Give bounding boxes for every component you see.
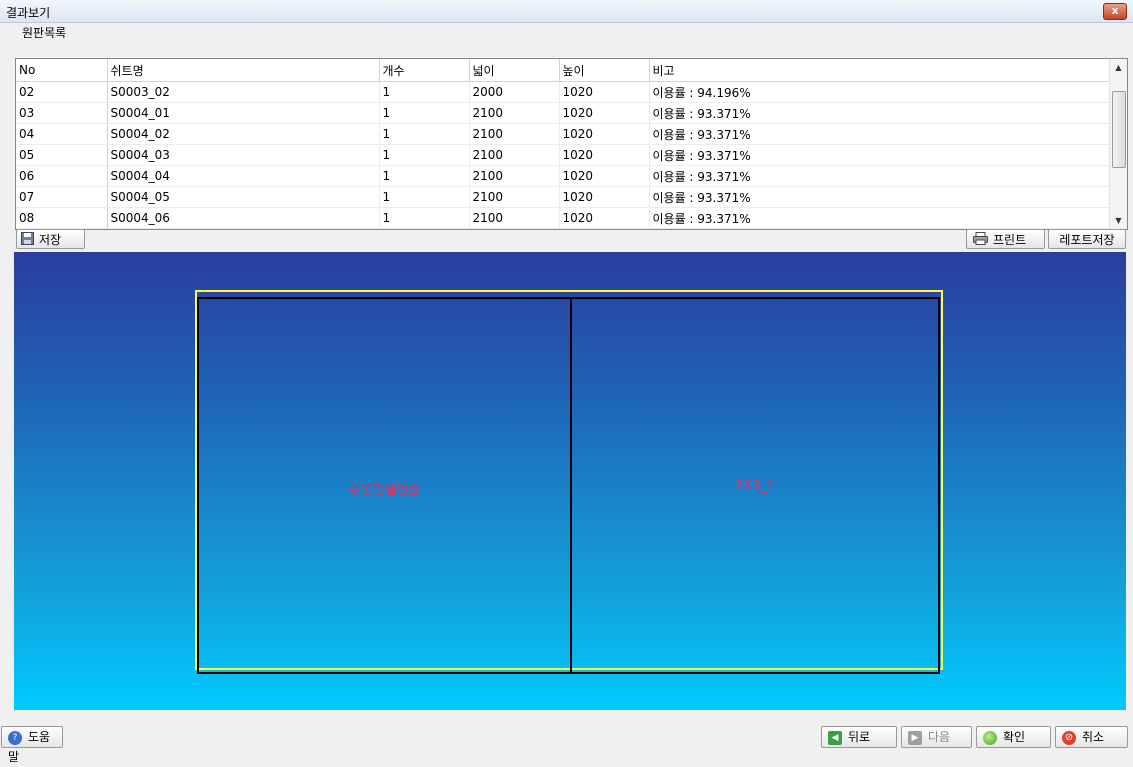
cell-remarks: 이용률 : 94.196% [649,81,1111,103]
column-header-width[interactable]: 넓이 [469,59,560,82]
table-row[interactable]: 07 S0004_05 1 2100 1020 이용률 : 93.371% [16,186,1111,208]
help-button[interactable]: ? 도움말 [1,726,63,764]
report-save-button[interactable]: 레포트저장 [1048,229,1126,249]
cell-sheet-name: S0004_06 [107,207,380,229]
column-header-count[interactable]: 개수 [379,59,470,82]
next-button[interactable]: ▶ 다음 [901,726,972,748]
panel-left[interactable]: 수동판넬연습 [197,297,572,674]
green-circle-icon [983,730,997,745]
back-button[interactable]: ◀ 뒤로 [821,726,897,748]
cancel-icon: ⊘ [1062,730,1076,745]
table-row[interactable]: 04 S0004_02 1 2100 1020 이용률 : 93.371% [16,123,1111,145]
cell-remarks: 이용률 : 93.371% [649,165,1111,187]
panel-label: 수동판넬연습 [348,483,421,498]
cell-no: 02 [16,81,108,103]
printer-icon [973,231,988,251]
cell-height: 1020 [559,81,650,103]
cell-width: 2000 [469,81,560,103]
cell-height: 1020 [559,123,650,145]
sheet-list-group-label: 원판목록 [22,26,67,40]
cell-count: 1 [379,186,470,208]
cell-no: 04 [16,123,108,145]
panel-right[interactable]: 2X3_1 [570,297,940,674]
cell-count: 1 [379,123,470,145]
cell-width: 2100 [469,186,560,208]
cell-remarks: 이용률 : 93.371% [649,144,1111,166]
cell-height: 1020 [559,207,650,229]
next-label: 다음 [928,730,951,744]
cell-remarks: 이용률 : 93.371% [649,207,1111,229]
cancel-label: 취소 [1082,730,1105,744]
save-button-label: 저장 [39,233,62,247]
cell-remarks: 이용률 : 93.371% [649,123,1111,145]
cell-height: 1020 [559,186,650,208]
cell-sheet-name: S0004_03 [107,144,380,166]
cell-no: 03 [16,102,108,124]
cell-sheet-name: S0003_02 [107,81,380,103]
close-button[interactable]: x [1103,3,1127,20]
column-header-no[interactable]: No [16,59,108,82]
cancel-button[interactable]: ⊘ 취소 [1055,726,1128,748]
cell-remarks: 이용률 : 93.371% [649,102,1111,124]
title-bar: 결과보기 x [0,0,1133,23]
table-row[interactable]: 05 S0004_03 1 2100 1020 이용률 : 93.371% [16,144,1111,166]
confirm-button[interactable]: 확인 [976,726,1051,748]
cell-height: 1020 [559,144,650,166]
scroll-down-icon[interactable]: ▼ [1110,212,1127,229]
cell-count: 1 [379,102,470,124]
cell-count: 1 [379,207,470,229]
cell-width: 2100 [469,144,560,166]
table-row[interactable]: 06 S0004_04 1 2100 1020 이용률 : 93.371% [16,165,1111,187]
cell-no: 06 [16,165,108,187]
column-header-height[interactable]: 높이 [559,59,650,82]
cell-width: 2100 [469,207,560,229]
cell-no: 08 [16,207,108,229]
help-icon: ? [8,730,22,745]
cell-remarks: 이용률 : 93.371% [649,186,1111,208]
confirm-label: 확인 [1003,730,1026,744]
print-button-label: 프린트 [993,233,1027,247]
sheet-list-grid: No 쉬트명 개수 넓이 높이 비고 02 S0003_02 1 2000 10… [15,58,1128,230]
cell-sheet-name: S0004_01 [107,102,380,124]
cell-no: 07 [16,186,108,208]
column-header-sheet-name[interactable]: 쉬트명 [107,59,380,82]
layout-preview-canvas: 수동판넬연습 2X3_1 [14,252,1126,710]
cell-count: 1 [379,165,470,187]
cell-count: 1 [379,144,470,166]
table-vertical-scrollbar[interactable]: ▲ ▼ [1109,59,1127,229]
cell-height: 1020 [559,102,650,124]
cell-no: 05 [16,144,108,166]
back-arrow-icon: ◀ [828,730,842,745]
scrollbar-thumb[interactable] [1112,91,1126,168]
floppy-disk-icon [21,231,34,251]
save-button[interactable]: 저장 [16,229,85,249]
cell-count: 1 [379,81,470,103]
cell-sheet-name: S0004_05 [107,186,380,208]
column-header-remarks[interactable]: 비고 [649,59,1111,82]
table-row[interactable]: 08 S0004_06 1 2100 1020 이용률 : 93.371% [16,207,1111,229]
scroll-up-icon[interactable]: ▲ [1110,59,1127,76]
cell-width: 2100 [469,123,560,145]
panel-label: 2X3_1 [734,479,776,494]
cell-width: 2100 [469,102,560,124]
print-button[interactable]: 프린트 [966,229,1045,249]
table-row[interactable]: 03 S0004_01 1 2100 1020 이용률 : 93.371% [16,102,1111,124]
table-header-row: No 쉬트명 개수 넓이 높이 비고 [16,59,1111,82]
cell-sheet-name: S0004_04 [107,165,380,187]
back-label: 뒤로 [848,730,871,744]
cell-width: 2100 [469,165,560,187]
cell-sheet-name: S0004_02 [107,123,380,145]
next-arrow-icon: ▶ [908,730,922,745]
table-row[interactable]: 02 S0003_02 1 2000 1020 이용률 : 94.196% [16,81,1111,103]
window-title: 결과보기 [6,6,51,20]
cell-height: 1020 [559,165,650,187]
sheet-table: No 쉬트명 개수 넓이 높이 비고 02 S0003_02 1 2000 10… [16,59,1111,229]
